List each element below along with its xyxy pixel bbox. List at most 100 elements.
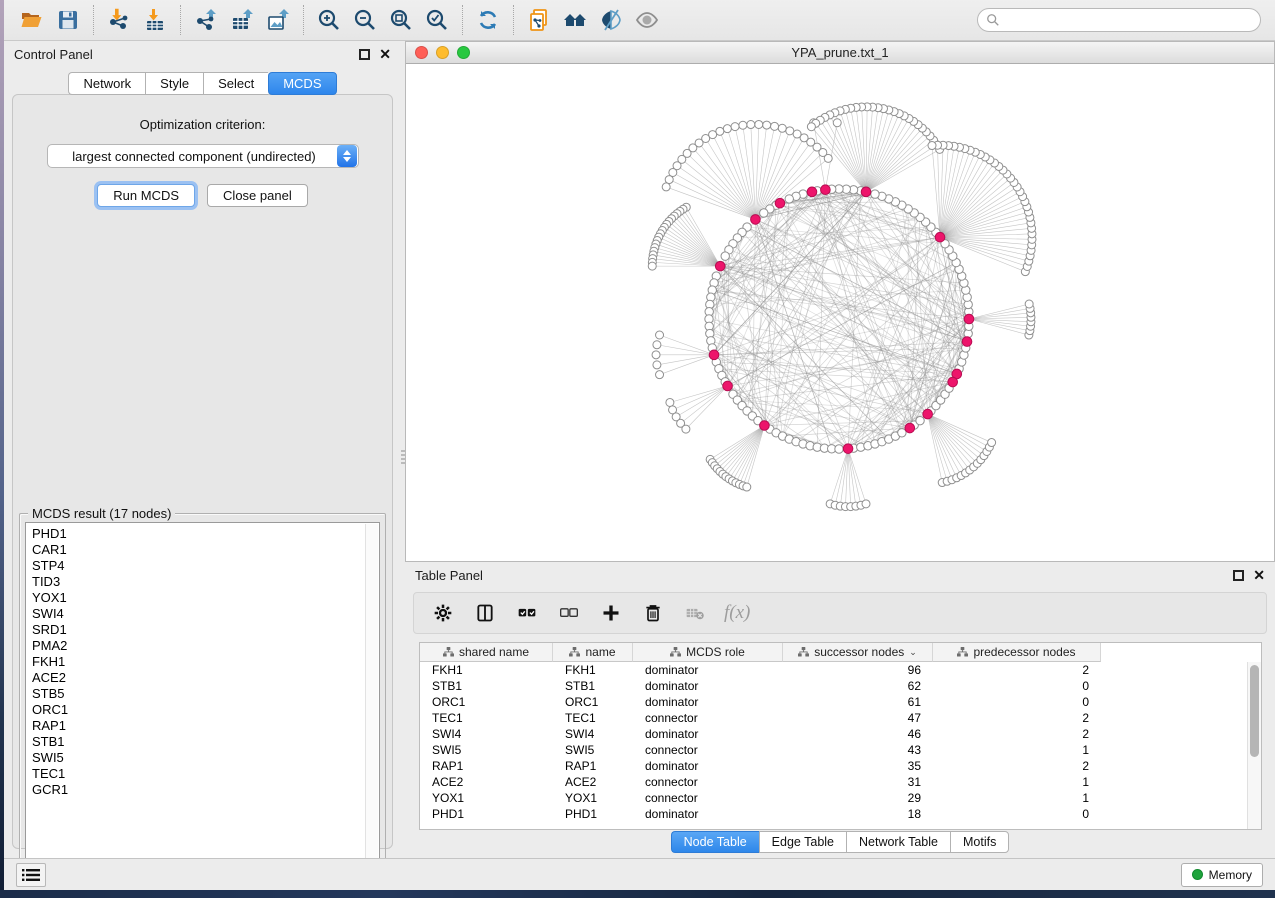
task-history-button[interactable] — [16, 863, 46, 887]
tab-node-table[interactable]: Node Table — [671, 831, 759, 853]
table-cell: ACE2 — [553, 774, 633, 790]
tab-motifs[interactable]: Motifs — [950, 831, 1009, 853]
deselect-all-button[interactable] — [556, 600, 582, 626]
mcds-result-item[interactable]: SWI5 — [32, 750, 359, 766]
duplicate-network-button[interactable] — [521, 3, 557, 37]
table-scrollbar[interactable] — [1247, 662, 1261, 829]
float-panel-button[interactable] — [359, 49, 370, 60]
close-panel-button[interactable]: ✕ — [379, 47, 391, 61]
export-image-button[interactable] — [260, 3, 296, 37]
column-header-shared-name[interactable]: shared name — [420, 643, 553, 662]
table-row[interactable]: ORC1ORC1dominator610 — [420, 694, 1247, 710]
zoom-fit-button[interactable] — [383, 3, 419, 37]
mcds-result-item[interactable]: STP4 — [32, 558, 359, 574]
select-all-button[interactable] — [514, 600, 540, 626]
mcds-hub-node[interactable] — [821, 185, 831, 195]
mcds-result-item[interactable]: YOX1 — [32, 590, 359, 606]
show-graphics-details-button[interactable] — [593, 3, 629, 37]
mcds-result-item[interactable]: SWI4 — [32, 606, 359, 622]
table-row[interactable]: PHD1PHD1dominator180 — [420, 806, 1247, 822]
column-header-successor-nodes[interactable]: successor nodes⌄ — [783, 643, 933, 662]
run-mcds-button[interactable]: Run MCDS — [97, 184, 195, 207]
table-row[interactable]: SWI4SWI4dominator462 — [420, 726, 1247, 742]
table-scrollbar-thumb[interactable] — [1250, 665, 1259, 757]
mcds-hub-node[interactable] — [807, 187, 817, 197]
tab-network-table[interactable]: Network Table — [846, 831, 950, 853]
table-row[interactable]: RAP1RAP1dominator352 — [420, 758, 1247, 774]
save-session-button[interactable] — [50, 3, 86, 37]
add-column-button[interactable] — [598, 600, 624, 626]
tab-select[interactable]: Select — [203, 72, 268, 95]
mcds-result-item[interactable]: GCR1 — [32, 782, 359, 798]
mcds-result-item[interactable]: STB5 — [32, 686, 359, 702]
tab-style[interactable]: Style — [145, 72, 203, 95]
criterion-dropdown[interactable]: largest connected component (undirected) — [47, 144, 359, 168]
network-overview-icon — [563, 8, 587, 32]
table-row[interactable]: STB1STB1dominator620 — [420, 678, 1247, 694]
mcds-result-item[interactable]: PHD1 — [32, 526, 359, 542]
mcds-result-item[interactable]: ORC1 — [32, 702, 359, 718]
mcds-hub-node[interactable] — [709, 350, 719, 360]
close-panel-button-2[interactable]: Close panel — [207, 184, 308, 207]
mcds-result-item[interactable]: RAP1 — [32, 718, 359, 734]
mcds-hub-node[interactable] — [843, 444, 853, 454]
mcds-hub-node[interactable] — [775, 198, 785, 208]
column-label: successor nodes — [814, 645, 904, 659]
table-row[interactable]: ACE2ACE2connector311 — [420, 774, 1247, 790]
zoom-selected-button[interactable] — [419, 3, 455, 37]
table-row[interactable]: SWI5SWI5connector431 — [420, 742, 1247, 758]
apply-layout-button[interactable] — [470, 3, 506, 37]
function-builder-icon[interactable]: f(x) — [724, 602, 750, 624]
table-row[interactable]: YOX1YOX1connector291 — [420, 790, 1247, 806]
mcds-result-item[interactable]: PMA2 — [32, 638, 359, 654]
tab-network[interactable]: Network — [68, 72, 145, 95]
mcds-hub-node[interactable] — [760, 421, 770, 431]
eye-button[interactable] — [629, 3, 665, 37]
mcds-hub-node[interactable] — [964, 314, 974, 324]
mcds-list-scrollbar[interactable] — [365, 524, 378, 875]
import-network-button[interactable] — [101, 3, 137, 37]
mcds-hub-node[interactable] — [715, 261, 725, 271]
mcds-result-item[interactable]: SRD1 — [32, 622, 359, 638]
mcds-hub-node[interactable] — [962, 337, 972, 347]
column-header-predecessor-nodes[interactable]: predecessor nodes — [933, 643, 1101, 662]
mcds-result-item[interactable]: FKH1 — [32, 654, 359, 670]
mcds-result-item[interactable]: TID3 — [32, 574, 359, 590]
table-cell: 2 — [933, 758, 1101, 774]
mcds-hub-node[interactable] — [723, 381, 733, 391]
tab-mcds[interactable]: MCDS — [268, 72, 336, 95]
zoom-in-button[interactable] — [311, 3, 347, 37]
mcds-hub-node[interactable] — [905, 423, 915, 433]
network-canvas[interactable] — [406, 64, 1274, 561]
import-table-button[interactable] — [137, 3, 173, 37]
tab-edge-table[interactable]: Edge Table — [759, 831, 846, 853]
table-row[interactable]: TEC1TEC1connector472 — [420, 710, 1247, 726]
table-row[interactable]: FKH1FKH1dominator962 — [420, 662, 1247, 678]
mcds-hub-node[interactable] — [948, 377, 958, 387]
mcds-result-item[interactable]: TEC1 — [32, 766, 359, 782]
mcds-hub-node[interactable] — [861, 187, 871, 197]
mcds-result-item[interactable]: CAR1 — [32, 542, 359, 558]
column-header-name[interactable]: name — [553, 643, 633, 662]
mcds-hub-node[interactable] — [751, 215, 761, 225]
open-file-button[interactable] — [14, 3, 50, 37]
mcds-result-item[interactable]: ACE2 — [32, 670, 359, 686]
mcds-hub-node[interactable] — [935, 232, 945, 242]
column-header-MCDS-role[interactable]: MCDS role — [633, 643, 783, 662]
close-table-panel-button[interactable]: ✕ — [1253, 568, 1265, 582]
mcds-result-list[interactable]: PHD1CAR1STP4TID3YOX1SWI4SRD1PMA2FKH1ACE2… — [25, 522, 380, 877]
mcds-result-item[interactable]: STB1 — [32, 734, 359, 750]
mcds-hub-node[interactable] — [923, 409, 933, 419]
network-window-titlebar[interactable]: YPA_prune.txt_1 — [406, 42, 1274, 64]
search-input[interactable] — [1006, 13, 1252, 27]
float-table-panel-button[interactable] — [1233, 570, 1244, 581]
table-settings-button[interactable] — [430, 600, 456, 626]
delete-table-button[interactable] — [682, 600, 708, 626]
export-network-button[interactable] — [188, 3, 224, 37]
show-columns-button[interactable] — [472, 600, 498, 626]
memory-button[interactable]: Memory — [1181, 863, 1263, 887]
zoom-out-button[interactable] — [347, 3, 383, 37]
network-overview-button[interactable] — [557, 3, 593, 37]
export-table-button[interactable] — [224, 3, 260, 37]
delete-column-button[interactable] — [640, 600, 666, 626]
